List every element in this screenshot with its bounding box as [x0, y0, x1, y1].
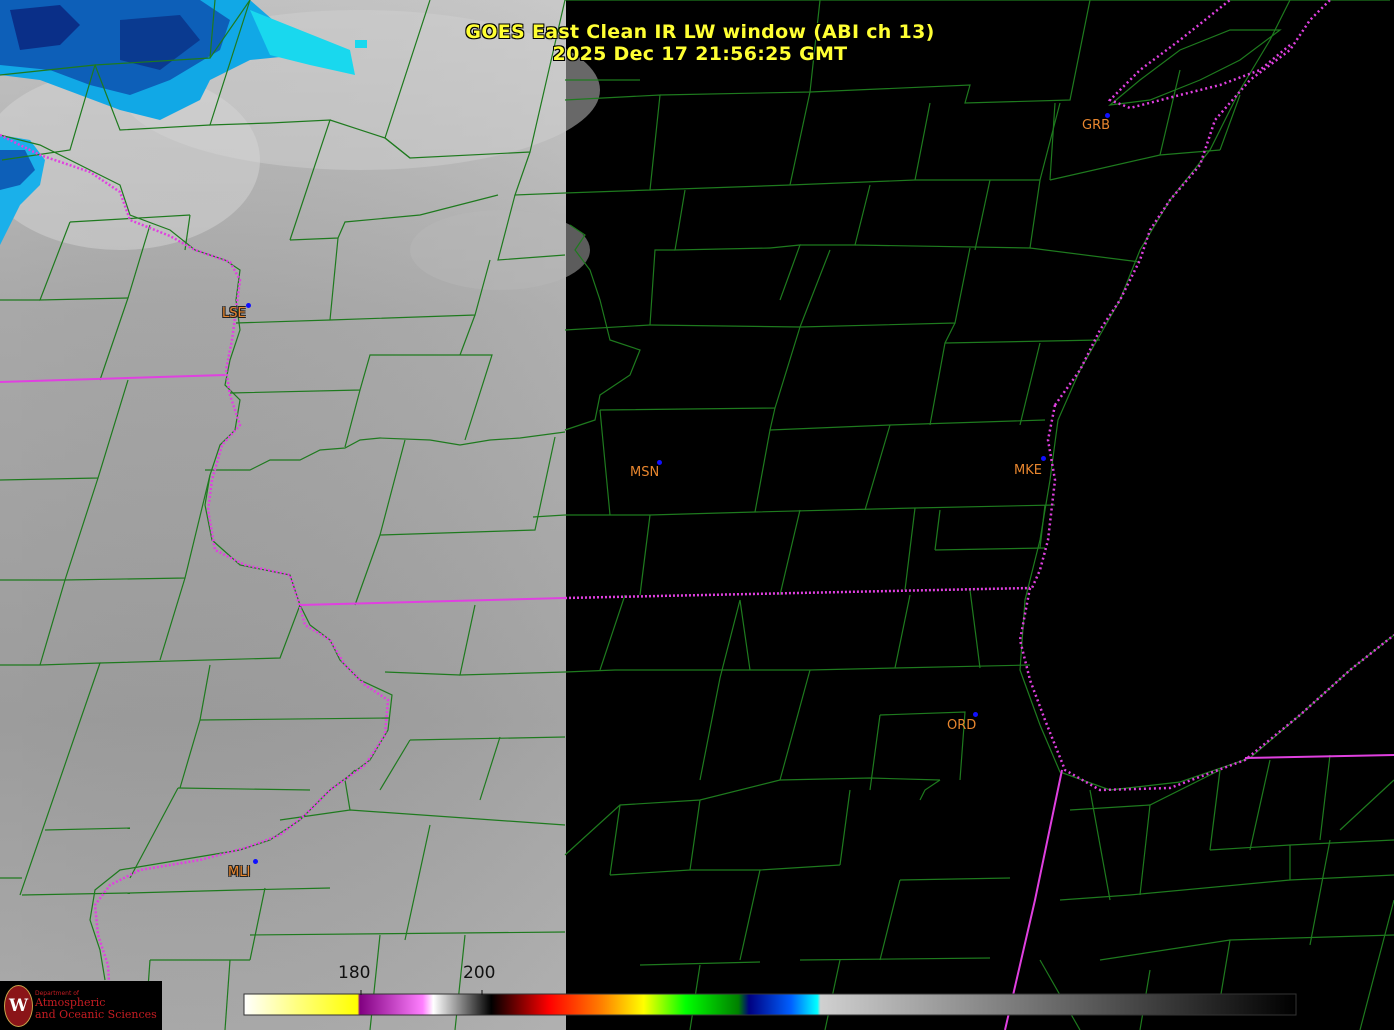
station-dot-mke [1041, 456, 1046, 461]
uw-crest-icon: W [4, 985, 33, 1027]
colorbar-tick-200: 200 [463, 963, 496, 983]
logo-name-line2: and Oceanic Sciences [35, 1008, 157, 1021]
station-dot-ord [973, 712, 978, 717]
map-timestamp: 2025 Dec 17 21:56:25 GMT [552, 43, 848, 65]
satellite-map-view: GOES East Clean IR LW window (ABI ch 13)… [0, 0, 1394, 1030]
station-label-mke: MKE [1014, 463, 1042, 478]
aos-logo: W Department of Atmospheric and Oceanic … [0, 981, 162, 1030]
colorbar-tick-180: 180 [338, 963, 371, 983]
map-title: GOES East Clean IR LW window (ABI ch 13) [465, 21, 935, 43]
station-label-grb: GRB [1082, 118, 1111, 133]
station-label-lse: LSE [222, 306, 246, 321]
station-label-ord: ORD [947, 718, 977, 733]
station-label-mli: MLI [228, 865, 251, 880]
colorbar [243, 993, 1297, 1016]
map-canvas [0, 0, 1394, 1030]
station-dot-lse [246, 303, 251, 308]
station-label-msn: MSN [630, 465, 660, 480]
station-dot-mli [253, 859, 258, 864]
